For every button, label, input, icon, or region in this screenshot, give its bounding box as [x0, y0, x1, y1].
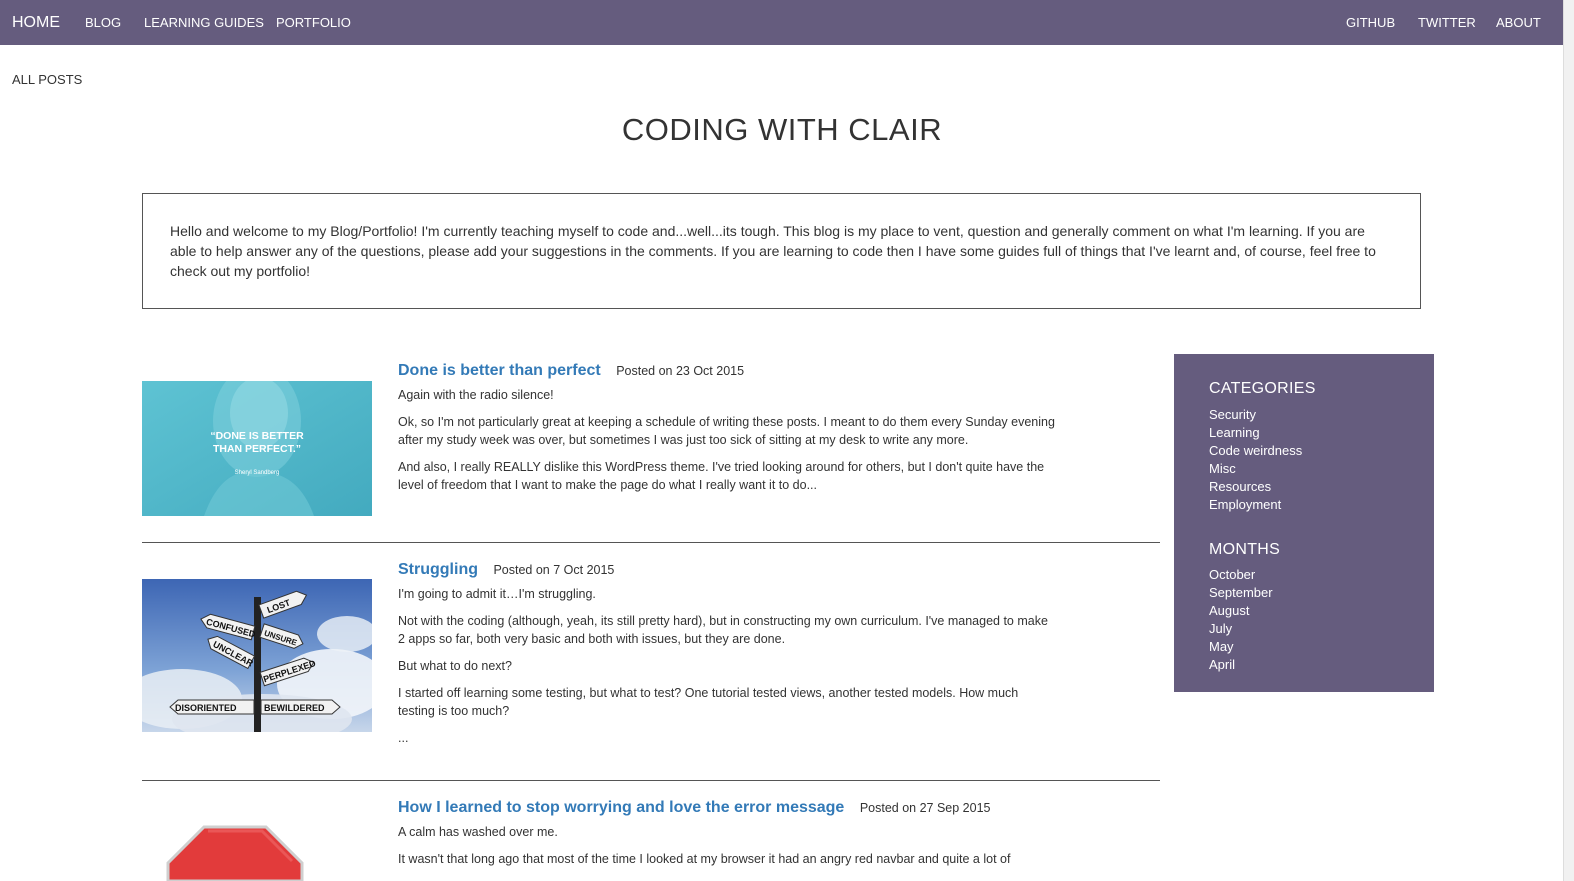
image-quote-author: Sheryl Sandberg — [235, 470, 280, 476]
category-link[interactable]: Resources — [1209, 479, 1271, 494]
category-item-misc[interactable]: Misc — [1209, 460, 1302, 478]
month-item-july[interactable]: July — [1209, 620, 1273, 638]
post-paragraph: And also, I really REALLY dislike this W… — [398, 460, 1045, 492]
nav-twitter-link[interactable]: TWITTER — [1418, 0, 1476, 45]
post-date: Posted on 7 Oct 2015 — [493, 563, 615, 577]
sign-disoriented: DISORIENTED — [175, 703, 237, 713]
sidebar: CATEGORIES Security Learning Code weirdn… — [1174, 354, 1434, 692]
post-paragraph: I'm going to admit it…I'm struggling. — [398, 587, 596, 601]
month-link[interactable]: September — [1209, 585, 1273, 600]
top-navbar: HOME BLOG LEARNING GUIDES PORTFOLIO GITH… — [0, 0, 1564, 45]
nav-learning-guides-link[interactable]: LEARNING GUIDES — [144, 0, 264, 45]
image-quote-line-1: “DONE IS BETTER — [210, 430, 304, 442]
post-image-done-is-better[interactable]: “DONE IS BETTER THAN PERFECT.” Sheryl Sa… — [142, 381, 372, 516]
post-content: Done is better than perfect Posted on 23… — [398, 362, 1058, 503]
month-item-april[interactable]: April — [1209, 656, 1273, 674]
month-link[interactable]: May — [1209, 639, 1234, 654]
post-paragraph: Not with the coding (although, yeah, its… — [398, 614, 1048, 646]
post-paragraph: A calm has washed over me. — [398, 825, 558, 839]
months-heading: MONTHS — [1209, 541, 1281, 558]
signpost-image: LOST CONFUSED UNSURE UNCLEAR PERPLEXED D… — [142, 579, 372, 732]
categories-list: Security Learning Code weirdness Misc Re… — [1209, 406, 1302, 514]
post-paragraph: Again with the radio silence! — [398, 388, 554, 402]
post-date: Posted on 23 Oct 2015 — [616, 364, 745, 378]
intro-box: Hello and welcome to my Blog/Portfolio! … — [142, 193, 1421, 309]
all-posts-link[interactable]: ALL POSTS — [12, 72, 82, 87]
month-item-august[interactable]: August — [1209, 602, 1273, 620]
month-link[interactable]: July — [1209, 621, 1232, 636]
categories-heading: CATEGORIES — [1209, 380, 1316, 397]
post-image-struggling[interactable]: LOST CONFUSED UNSURE UNCLEAR PERPLEXED D… — [142, 579, 372, 732]
post-title-link[interactable]: Struggling — [398, 561, 478, 578]
nav-blog-link[interactable]: BLOG — [85, 0, 121, 45]
stop-sign-image — [142, 817, 372, 881]
category-item-resources[interactable]: Resources — [1209, 478, 1302, 496]
category-item-learning[interactable]: Learning — [1209, 424, 1302, 442]
category-item-code-weirdness[interactable]: Code weirdness — [1209, 442, 1302, 460]
nav-github-link[interactable]: GITHUB — [1346, 0, 1395, 45]
post-paragraph: I started off learning some testing, but… — [398, 686, 1019, 718]
sign-bewildered: BEWILDERED — [264, 703, 325, 713]
month-link[interactable]: April — [1209, 657, 1235, 672]
month-item-september[interactable]: September — [1209, 584, 1273, 602]
page-scrollbar[interactable] — [1563, 0, 1574, 881]
nav-portfolio-link[interactable]: PORTFOLIO — [276, 0, 351, 45]
category-link[interactable]: Employment — [1209, 497, 1281, 512]
post-paragraph: But what to do next? — [398, 659, 512, 673]
category-link[interactable]: Code weirdness — [1209, 443, 1302, 458]
month-link[interactable]: October — [1209, 567, 1255, 582]
months-list: October September August July May April — [1209, 566, 1273, 674]
category-item-employment[interactable]: Employment — [1209, 496, 1302, 514]
post-divider — [142, 542, 1160, 543]
post-title-link[interactable]: Done is better than perfect — [398, 362, 601, 379]
nav-about-link[interactable]: ABOUT — [1496, 0, 1541, 45]
post-image-error-message[interactable] — [142, 817, 372, 881]
post-paragraph: Ok, so I'm not particularly great at kee… — [398, 415, 1055, 447]
post-content: Struggling Posted on 7 Oct 2015 I'm goin… — [398, 561, 1058, 756]
month-item-october[interactable]: October — [1209, 566, 1273, 584]
sandberg-quote-image: “DONE IS BETTER THAN PERFECT.” Sheryl Sa… — [142, 381, 372, 516]
category-item-security[interactable]: Security — [1209, 406, 1302, 424]
image-quote-line-2: THAN PERFECT.” — [213, 443, 301, 455]
post-title-link[interactable]: How I learned to stop worrying and love … — [398, 799, 844, 816]
post-paragraph: It wasn't that long ago that most of the… — [398, 852, 1011, 866]
post-content: How I learned to stop worrying and love … — [398, 799, 1058, 877]
month-item-may[interactable]: May — [1209, 638, 1273, 656]
post-divider — [142, 780, 1160, 781]
nav-home-link[interactable]: HOME — [12, 0, 60, 45]
post-date: Posted on 27 Sep 2015 — [859, 801, 991, 815]
post-paragraph: ... — [398, 731, 409, 745]
category-link[interactable]: Security — [1209, 407, 1256, 422]
month-link[interactable]: August — [1209, 603, 1249, 618]
page-title: CODING WITH CLAIR — [621, 112, 943, 147]
category-link[interactable]: Learning — [1209, 425, 1260, 440]
category-link[interactable]: Misc — [1209, 461, 1236, 476]
